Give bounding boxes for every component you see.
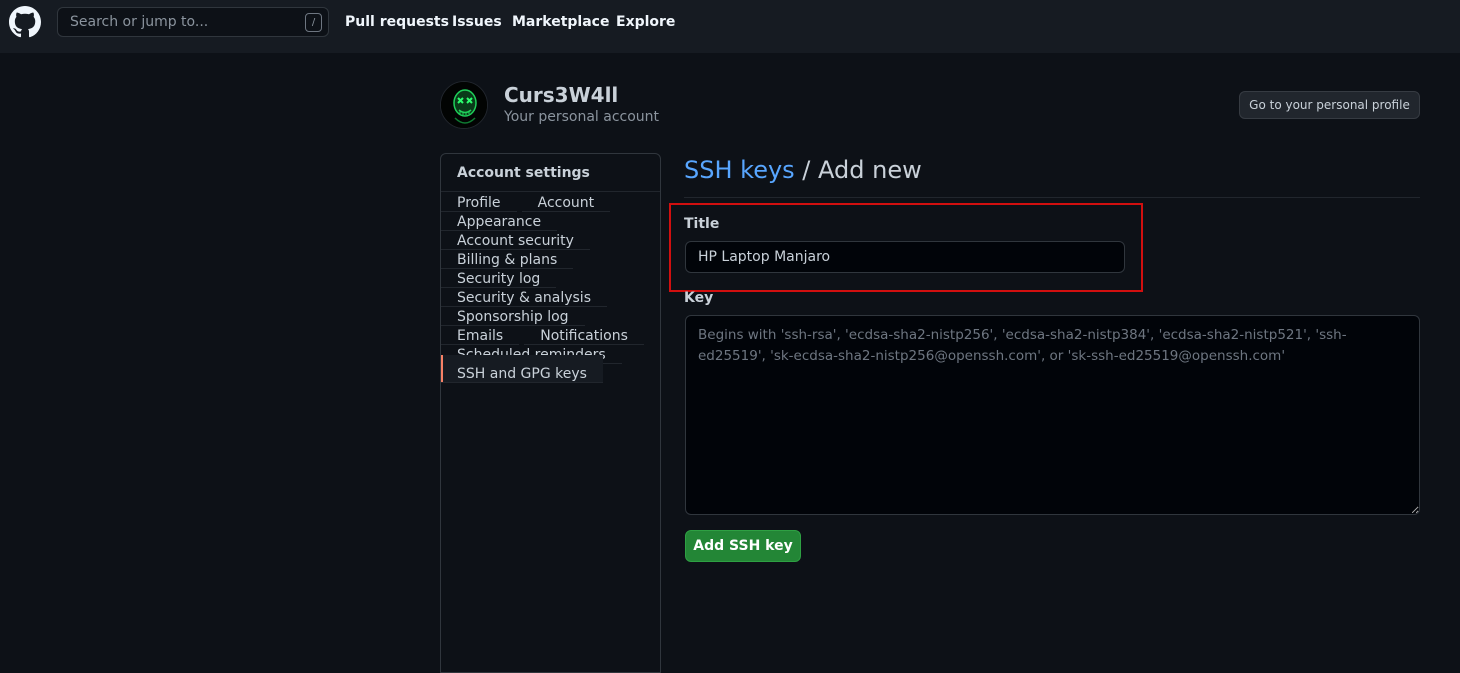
title-field[interactable]: [685, 241, 1125, 273]
sidebar-item-ssh-gpg-keys[interactable]: SSH and GPG keys: [441, 355, 603, 383]
account-name: Curs3W4ll: [504, 83, 619, 107]
title-label: Title: [684, 216, 720, 232]
key-label: Key: [684, 290, 714, 306]
page-title: SSH keys / Add new: [684, 156, 922, 184]
nav-explore[interactable]: Explore: [616, 14, 675, 30]
slash-shortcut-icon: /: [305, 13, 322, 32]
search-placeholder: Search or jump to...: [70, 14, 209, 30]
go-to-profile-button[interactable]: Go to your personal profile: [1239, 91, 1420, 119]
nav-pull-requests[interactable]: Pull requests: [345, 14, 449, 30]
settings-sidebar: Account settings Profile Account Appeara…: [440, 153, 661, 673]
avatar[interactable]: [440, 81, 488, 129]
key-textarea[interactable]: [685, 315, 1420, 515]
page-title-suffix: / Add new: [794, 156, 922, 184]
add-ssh-key-button[interactable]: Add SSH key: [685, 530, 801, 562]
breadcrumb-ssh-keys[interactable]: SSH keys: [684, 156, 795, 184]
account-subtitle: Your personal account: [504, 109, 660, 125]
search-input[interactable]: Search or jump to... /: [57, 7, 329, 37]
top-header: Search or jump to... / Pull requests Iss…: [0, 0, 1460, 53]
nav-issues[interactable]: Issues: [452, 14, 502, 30]
nav-marketplace[interactable]: Marketplace: [512, 14, 609, 30]
github-logo-icon[interactable]: [9, 6, 41, 38]
title-divider: [684, 197, 1420, 198]
